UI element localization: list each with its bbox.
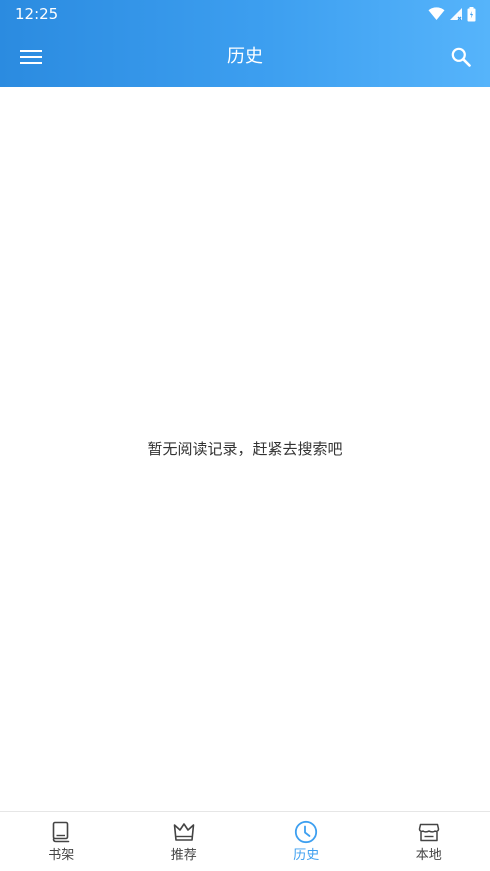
- battery-icon: [467, 6, 476, 21]
- nav-label-local: 本地: [415, 848, 442, 863]
- page-title: 历史: [227, 46, 263, 67]
- search-icon: [451, 47, 471, 67]
- crown-icon: [173, 823, 195, 841]
- menu-button[interactable]: [10, 36, 52, 78]
- status-time: 12:25: [15, 5, 59, 23]
- clock-icon: [295, 820, 318, 844]
- history-screen: 12:25 历史 暂无阅读记录，赶紧去搜索吧 书架 推荐 历史 本地: [0, 0, 490, 871]
- nav-label-bookshelf: 书架: [48, 848, 75, 863]
- status-bar: 12:25: [0, 0, 490, 28]
- book-icon: [52, 821, 70, 843]
- search-button[interactable]: [440, 36, 482, 78]
- status-icons: [428, 5, 476, 23]
- cellular-signal-icon: [450, 8, 462, 21]
- wifi-icon: [428, 7, 445, 20]
- app-bar: 12:25 历史: [0, 0, 490, 87]
- store-icon: [418, 823, 439, 842]
- nav-item-local[interactable]: 本地: [368, 812, 490, 871]
- nav-label-history: 历史: [293, 848, 320, 863]
- bottom-navigation: 书架 推荐 历史 本地: [0, 811, 490, 871]
- empty-state-message: 暂无阅读记录，赶紧去搜索吧: [147, 440, 343, 458]
- nav-item-history[interactable]: 历史: [245, 812, 368, 871]
- history-content: 暂无阅读记录，赶紧去搜索吧: [0, 87, 490, 811]
- nav-item-bookshelf[interactable]: 书架: [0, 812, 123, 871]
- toolbar: 历史: [0, 28, 490, 87]
- hamburger-menu-icon: [20, 50, 42, 64]
- nav-label-recommend: 推荐: [170, 848, 197, 863]
- nav-item-recommend[interactable]: 推荐: [123, 812, 246, 871]
